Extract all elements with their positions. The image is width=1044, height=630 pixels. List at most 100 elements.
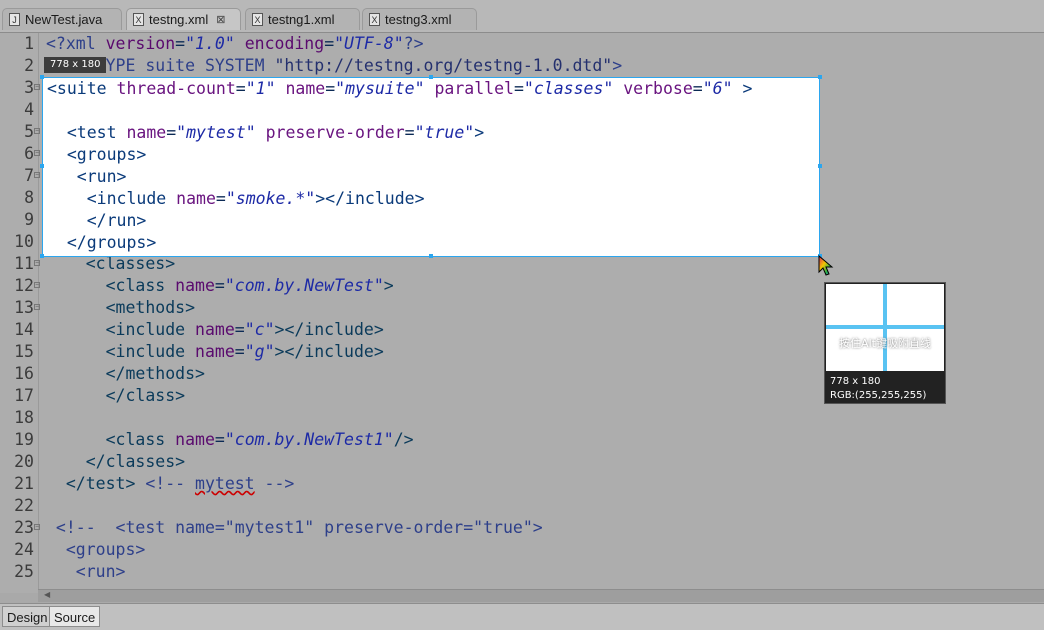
- xml-file-icon: X: [252, 13, 263, 26]
- magnifier-hint: 按住Alt键吸附直线: [839, 337, 931, 350]
- code-line: </groups>: [43, 232, 819, 254]
- code-line: 1 <?xml version="1.0" encoding="UTF-8"?>: [0, 33, 1044, 55]
- fold-toggle-icon[interactable]: −: [34, 172, 40, 178]
- fold-toggle-icon[interactable]: −: [34, 84, 40, 90]
- code-line: 24 <groups>: [0, 539, 1044, 561]
- tab-label: testng.xml: [149, 12, 209, 27]
- code-line: 22: [0, 495, 1044, 517]
- code-line: 25 <run>: [0, 561, 1044, 583]
- code-line: 18: [0, 407, 1044, 429]
- magnifier-panel: 按住Alt键吸附直线 778 x 180 RGB:(255,255,255): [824, 282, 946, 404]
- tab-source[interactable]: Source: [49, 606, 101, 627]
- java-file-icon: J: [9, 13, 20, 26]
- line-number: 3: [24, 78, 34, 97]
- close-icon[interactable]: ⊠: [216, 13, 225, 26]
- line-number: 2: [24, 56, 34, 75]
- line-number: 22: [14, 496, 34, 515]
- code-text: <include name="smoke.*"></include>: [47, 189, 425, 208]
- tab-label: NewTest.java: [25, 12, 103, 27]
- code-text: <run>: [46, 562, 126, 581]
- code-text: </groups>: [47, 233, 157, 252]
- scroll-left-icon[interactable]: ◀: [44, 590, 50, 599]
- line-number: 8: [24, 188, 34, 207]
- code-line: 21 </test> <!-- mytest -->: [0, 473, 1044, 495]
- fold-toggle-icon[interactable]: −: [34, 150, 40, 156]
- code-text: <methods>: [46, 298, 196, 317]
- code-line: <test name="mytest" preserve-order="true…: [43, 122, 819, 144]
- line-number: 11: [14, 254, 34, 273]
- fold-toggle-icon[interactable]: −: [34, 282, 40, 288]
- code-text: <run>: [47, 167, 127, 186]
- resize-handle[interactable]: [818, 164, 822, 168]
- code-text: <test name="mytest" preserve-order="true…: [47, 123, 485, 142]
- code-line: <suite thread-count="1" name="mysuite" p…: [43, 78, 819, 100]
- code-text: <include name="c"></include>: [46, 320, 384, 339]
- line-number: 20: [14, 452, 34, 471]
- code-text: <groups>: [47, 145, 147, 164]
- code-text: </class>: [46, 386, 186, 405]
- code-text: </test> <!-- mytest -->: [46, 474, 295, 493]
- line-number: 21: [14, 474, 34, 493]
- line-number: 17: [14, 386, 34, 405]
- code-line: 19 <class name="com.by.NewTest1"/>: [0, 429, 1044, 451]
- magnifier-rgb: RGB:(255,255,255): [830, 390, 927, 401]
- code-text: </run>: [47, 211, 147, 230]
- line-number: 14: [14, 320, 34, 339]
- line-number: 24: [14, 540, 34, 559]
- line-number: 6: [24, 144, 34, 163]
- fold-toggle-icon[interactable]: −: [34, 524, 40, 530]
- line-number: 15: [14, 342, 34, 361]
- magnifier-view: 按住Alt键吸附直线: [826, 284, 944, 371]
- code-line: <groups>: [43, 144, 819, 166]
- line-number: 23: [14, 518, 34, 537]
- code-line: 20 </classes>: [0, 451, 1044, 473]
- code-text: <groups>: [46, 540, 146, 559]
- line-number: 16: [14, 364, 34, 383]
- resize-handle[interactable]: [40, 164, 44, 168]
- tab-newtest-java[interactable]: J NewTest.java: [2, 8, 122, 30]
- code-text: <!DOCTYPE suite SYSTEM "http://testng.or…: [46, 56, 623, 75]
- color-cursor-icon: [818, 255, 834, 276]
- capture-selection-region[interactable]: <suite thread-count="1" name="mysuite" p…: [42, 77, 820, 257]
- code-text: <?xml version="1.0" encoding="UTF-8"?>: [46, 34, 424, 53]
- code-text: <suite thread-count="1" name="mysuite" p…: [47, 79, 753, 98]
- line-number: 1: [24, 34, 34, 53]
- line-number: 9: [24, 210, 34, 229]
- crosshair-vertical: [883, 284, 887, 371]
- editor-mode-bar: Design Source: [0, 603, 1044, 630]
- tab-testng3-xml[interactable]: X testng3.xml: [362, 8, 477, 30]
- code-text: </methods>: [46, 364, 205, 383]
- magnifier-info: 778 x 180 RGB:(255,255,255): [830, 375, 926, 403]
- line-number: 5: [24, 122, 34, 141]
- code-text: <class name="com.by.NewTest">: [46, 276, 394, 295]
- magnifier-size: 778 x 180: [830, 376, 881, 387]
- tab-label: testng3.xml: [385, 12, 452, 27]
- line-number: 4: [24, 100, 34, 119]
- code-line: <run>: [43, 166, 819, 188]
- resize-handle[interactable]: [40, 75, 44, 79]
- tab-label: testng1.xml: [268, 12, 335, 27]
- resize-handle[interactable]: [40, 254, 44, 258]
- horizontal-scrollbar[interactable]: ◀: [38, 589, 1044, 602]
- line-number: 12: [14, 276, 34, 295]
- line-number: 13: [14, 298, 34, 317]
- tab-testng-xml[interactable]: X testng.xml ⊠: [126, 8, 241, 30]
- line-number: 18: [14, 408, 34, 427]
- code-text: <!-- <test name="mytest1" preserve-order…: [46, 518, 543, 537]
- resize-handle[interactable]: [818, 75, 822, 79]
- line-number: 7: [24, 166, 34, 185]
- tab-testng1-xml[interactable]: X testng1.xml: [245, 8, 360, 30]
- code-text: <include name="g"></include>: [46, 342, 384, 361]
- line-number: 19: [14, 430, 34, 449]
- fold-toggle-icon[interactable]: −: [34, 260, 40, 266]
- xml-file-icon: X: [133, 13, 144, 26]
- editor-tab-bar: J NewTest.java X testng.xml ⊠ X testng1.…: [0, 0, 1044, 33]
- xml-file-icon: X: [369, 13, 380, 26]
- fold-toggle-icon[interactable]: −: [34, 304, 40, 310]
- code-text: </classes>: [46, 452, 186, 471]
- code-text: <class name="com.by.NewTest1"/>: [46, 430, 414, 449]
- tab-design[interactable]: Design: [2, 606, 53, 627]
- resize-handle[interactable]: [429, 75, 433, 79]
- resize-handle[interactable]: [429, 254, 433, 258]
- fold-toggle-icon[interactable]: −: [34, 128, 40, 134]
